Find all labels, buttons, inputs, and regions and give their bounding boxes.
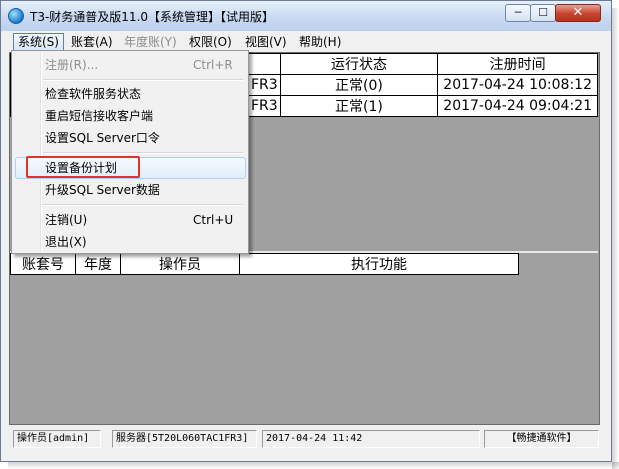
menu-item-shortcut: Ctrl+R — [193, 58, 233, 72]
close-button[interactable]: ✕ — [555, 4, 601, 22]
maximize-button[interactable]: ☐ — [530, 4, 556, 22]
menu-item-logout[interactable]: 注销(U) Ctrl+U — [15, 209, 246, 231]
menu-account-set[interactable]: 账套(A) — [67, 33, 117, 51]
menu-item-label: 退出(X) — [45, 235, 87, 249]
menu-permission[interactable]: 权限(O) — [185, 33, 236, 51]
system-dropdown-menu: 注册(R)... Ctrl+R 检查软件服务状态 重启短信接收客户端 设置SQL… — [11, 50, 249, 254]
time-cell: 2017-04-24 09:04:21 — [437, 95, 598, 117]
menu-item-label: 注册(R)... — [45, 58, 99, 72]
menu-item-label: 设置SQL Server口令 — [45, 131, 160, 145]
close-icon: ✕ — [572, 5, 584, 20]
status-bar: 操作员[admin] 服务器[5T20L060TAC1FR3] 2017-04-… — [9, 428, 604, 450]
status-cell: 正常(0) — [279, 74, 439, 96]
menu-annual-account[interactable]: 年度账(Y) — [120, 33, 181, 51]
column-header-status: 运行状态 — [279, 53, 439, 75]
task-list-table: 账套号 年度 操作员 执行功能 — [10, 253, 519, 275]
minimize-icon: ─ — [514, 6, 522, 19]
menu-bar: 系统(S) 账套(A) 年度账(Y) 权限(O) 视图(V) 帮助(H) — [9, 32, 604, 52]
menu-help[interactable]: 帮助(H) — [295, 33, 345, 51]
menu-item-restart-sms-client[interactable]: 重启短信接收客户端 — [15, 105, 246, 127]
maximize-icon: ☐ — [538, 6, 548, 19]
time-cell: 2017-04-24 10:08:12 — [437, 74, 598, 96]
menu-system[interactable]: 系统(S) — [13, 33, 64, 51]
column-header-register-time: 注册时间 — [437, 53, 598, 75]
menu-item-label: 检查软件服务状态 — [45, 87, 142, 101]
menu-item-exit[interactable]: 退出(X) — [15, 231, 246, 253]
menu-item-label: 注销(U) — [45, 213, 88, 227]
title-bar[interactable]: T3-财务通普及版11.0【系统管理】【试用版】 ─ ☐ ✕ — [1, 1, 611, 31]
task-list-pane: 账套号 年度 操作员 执行功能 — [10, 251, 598, 277]
menu-item-set-sql-password[interactable]: 设置SQL Server口令 — [15, 127, 246, 149]
menu-item-shortcut: Ctrl+U — [193, 213, 234, 227]
menu-item-label: 重启短信接收客户端 — [45, 109, 154, 123]
window-title: T3-财务通普及版11.0【系统管理】【试用版】 — [30, 10, 275, 24]
status-datetime: 2017-04-24 11:42 — [262, 430, 480, 448]
highlight-annotation-box — [26, 156, 140, 178]
app-logo-icon — [8, 8, 24, 24]
column-header-year: 年度 — [75, 253, 121, 275]
menu-item-label: 升级SQL Server数据 — [45, 183, 160, 197]
menu-separator — [43, 79, 243, 81]
menu-item-check-service-status[interactable]: 检查软件服务状态 — [15, 83, 246, 105]
status-vendor: 【畅捷通软件】 — [484, 430, 599, 448]
menu-view[interactable]: 视图(V) — [241, 33, 291, 51]
column-header-account-no: 账套号 — [10, 253, 76, 275]
column-header-operator: 操作员 — [120, 253, 240, 275]
window-shadow — [8, 462, 619, 469]
menu-separator — [43, 204, 243, 206]
menu-item-upgrade-sql-data[interactable]: 升级SQL Server数据 — [15, 179, 246, 201]
status-cell: 正常(1) — [279, 95, 439, 117]
status-server: 服务器[5T20L060TAC1FR3] — [112, 430, 257, 448]
menu-separator — [43, 152, 243, 154]
window-shadow — [612, 8, 619, 469]
table-header-row: 账套号 年度 操作员 执行功能 — [10, 253, 519, 275]
status-operator: 操作员[admin] — [13, 430, 101, 448]
minimize-button[interactable]: ─ — [505, 4, 531, 22]
column-header-function: 执行功能 — [239, 253, 519, 275]
menu-item-register[interactable]: 注册(R)... Ctrl+R — [15, 54, 246, 76]
